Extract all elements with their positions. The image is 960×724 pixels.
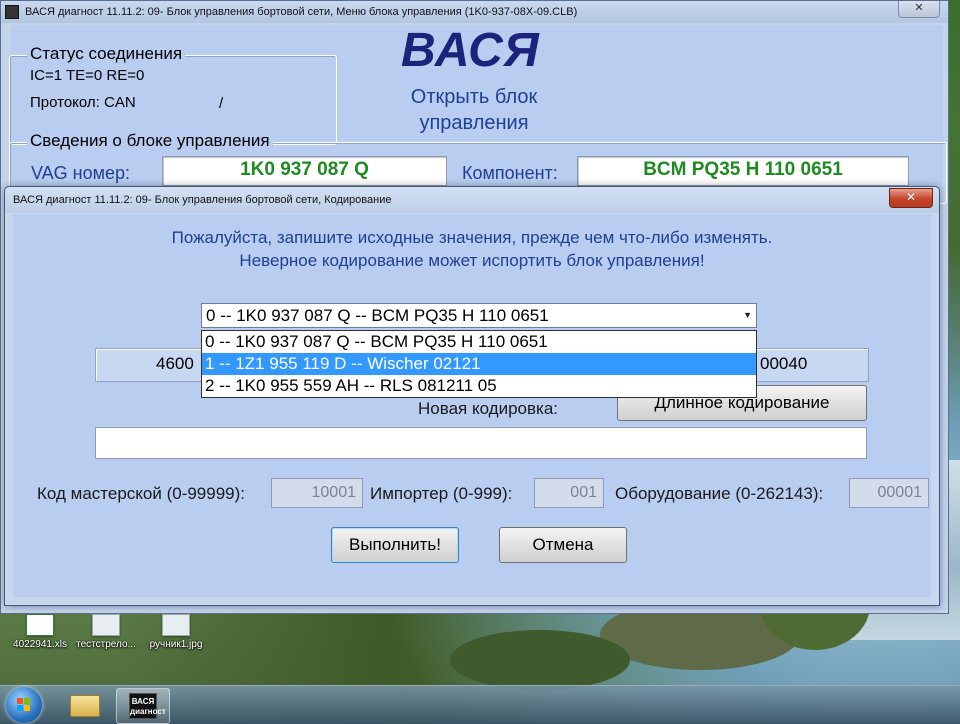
coding-right-value: 00040 bbox=[760, 354, 808, 373]
warning-line-1: Пожалуйста, запишите исходные значения, … bbox=[171, 228, 773, 247]
component-value: BCM PQ35 H 110 0651 bbox=[577, 156, 909, 186]
importer-label: Импортер (0-999): bbox=[370, 484, 513, 503]
coding-dialog: ВАСЯ диагност 11.11.2: 09- Блок управлен… bbox=[4, 186, 940, 606]
open-block-line1: Открыть блок bbox=[410, 86, 538, 108]
desktop-icon-label: ручник1.jpg bbox=[149, 639, 203, 650]
chevron-down-icon[interactable]: ▼ bbox=[743, 304, 752, 327]
window-titlebar[interactable]: ВАСЯ диагност 11.11.2: 09- Блок управлен… bbox=[1, 1, 948, 23]
importer-field[interactable]: 001 bbox=[534, 478, 604, 508]
vag-number-value: 1K0 937 087 Q bbox=[162, 156, 447, 186]
app-icon bbox=[5, 5, 19, 19]
equipment-label: Оборудование (0-262143): bbox=[615, 484, 824, 503]
vasya-app-icon: ВАСЯ диагност bbox=[129, 693, 166, 719]
windows-logo-icon bbox=[17, 698, 31, 712]
image-file-icon bbox=[162, 614, 190, 636]
module-info-title: Сведения о блоке управления bbox=[27, 131, 273, 151]
coding-left-value: 4600 bbox=[156, 354, 194, 373]
equipment-field[interactable]: 00001 bbox=[849, 478, 929, 508]
new-coding-label: Новая кодировка: bbox=[418, 399, 559, 418]
workshop-code-field[interactable]: 10001 bbox=[271, 478, 363, 508]
protocol-slash: / bbox=[219, 95, 224, 112]
taskbar-vasya-button[interactable]: ВАСЯ диагност bbox=[116, 688, 170, 724]
image-file-icon bbox=[92, 614, 120, 636]
open-block-line2: управления bbox=[419, 112, 529, 134]
dialog-title: ВАСЯ диагност 11.11.2: 09- Блок управлен… bbox=[13, 194, 392, 206]
new-coding-input[interactable] bbox=[95, 427, 867, 459]
component-label: Компонент: bbox=[462, 163, 558, 183]
start-button[interactable] bbox=[6, 687, 42, 723]
desktop-icon-label: тестстрело... bbox=[76, 639, 136, 650]
vasya-logo: ВАСЯ bbox=[401, 24, 540, 77]
combo-selected-text: 0 -- 1K0 937 087 Q -- BCM PQ35 H 110 065… bbox=[206, 306, 549, 325]
dialog-client-area: Пожалуйста, запишите исходные значения, … bbox=[13, 214, 931, 597]
connection-status-title: Статус соединения bbox=[27, 44, 186, 64]
execute-button[interactable]: Выполнить! bbox=[331, 527, 459, 563]
dialog-titlebar[interactable]: ВАСЯ диагност 11.11.2: 09- Блок управлен… bbox=[5, 187, 939, 213]
connection-counters: IC=1 TE=0 RE=0 bbox=[30, 67, 145, 84]
cancel-button[interactable]: Отмена bbox=[499, 527, 627, 563]
close-button[interactable]: ✕ bbox=[898, 1, 940, 18]
protocol-label: Протокол: CAN bbox=[30, 94, 136, 111]
dropdown-option-selected[interactable]: 1 -- 1Z1 955 119 D -- Wischer 02121 bbox=[202, 353, 756, 375]
desktop-icon-image[interactable]: тестстрело... bbox=[66, 614, 146, 650]
window-title: ВАСЯ диагност 11.11.2: 09- Блок управлен… bbox=[25, 6, 578, 18]
taskbar: ВАСЯ диагност bbox=[0, 685, 960, 724]
excel-file-icon bbox=[26, 614, 54, 636]
vag-number-label: VAG номер: bbox=[31, 163, 131, 183]
open-block-button[interactable]: Открыть блок управления bbox=[384, 84, 564, 136]
close-icon[interactable]: ✕ bbox=[889, 188, 933, 208]
warning-line-2: Неверное кодирование может испортить бло… bbox=[239, 251, 705, 270]
dropdown-option[interactable]: 0 -- 1K0 937 087 Q -- BCM PQ35 H 110 065… bbox=[202, 331, 756, 353]
module-select-combobox[interactable]: 0 -- 1K0 937 087 Q -- BCM PQ35 H 110 065… bbox=[201, 303, 757, 328]
moss bbox=[450, 630, 630, 690]
dropdown-option[interactable]: 2 -- 1K0 955 559 AH -- RLS 081211 05 bbox=[202, 375, 756, 397]
folder-icon bbox=[70, 695, 100, 717]
desktop-icon-jpg[interactable]: ручник1.jpg bbox=[136, 614, 216, 650]
taskbar-explorer-button[interactable] bbox=[58, 688, 110, 722]
module-select-dropdown: 0 -- 1K0 937 087 Q -- BCM PQ35 H 110 065… bbox=[201, 330, 757, 398]
workshop-code-label: Код мастерской (0-99999): bbox=[37, 484, 246, 503]
